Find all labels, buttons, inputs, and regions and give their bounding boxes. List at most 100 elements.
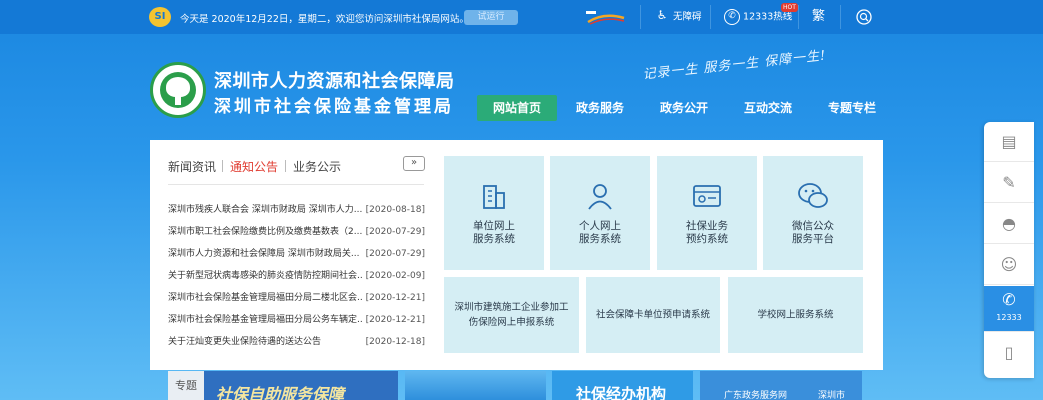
social-security-logo: SI [149, 7, 171, 27]
sidebar-item-edit[interactable]: ✎ [984, 163, 1034, 203]
tree-icon [166, 77, 190, 97]
divider [640, 5, 641, 29]
hotline-number: 12333 [996, 313, 1022, 322]
topic-banner[interactable]: 专题 社保自助服务保障 [168, 371, 398, 400]
tab-news[interactable]: 新闻资讯 [168, 158, 216, 175]
org-subname: 深圳市社会保险基金管理局 [214, 97, 454, 117]
document-icon: ▤ [1001, 132, 1017, 151]
personal-online-service-tile[interactable]: 个人网上 服务系统 [550, 156, 650, 270]
social-security-card-tile[interactable]: 社会保障卡单位预申请系统 [586, 277, 720, 353]
topic-label: 专题 [168, 371, 204, 400]
phone-icon: ✆ [724, 9, 740, 25]
hotline-label: 12333热线 [743, 11, 793, 23]
news-date: [2020-07-29] [365, 227, 425, 237]
org-name: 深圳市人力资源和社会保障局 [214, 71, 455, 92]
more-button[interactable]: » [403, 156, 425, 171]
news-date: [2020-07-29] [365, 249, 425, 259]
divider [840, 5, 841, 29]
gov-service-logo[interactable] [584, 8, 626, 26]
trial-badge: 试运行 [464, 10, 518, 25]
news-title[interactable]: 深圳市残疾人联合会 深圳市财政局 深圳市人力... [168, 202, 363, 218]
tile-label: 服务系统 [473, 233, 515, 245]
traditional-chinese-toggle[interactable]: 繁 [812, 9, 825, 25]
list-item[interactable]: 深圳市社会保险基金管理局福田分局二楼北区会... [2020-12-21] [168, 290, 425, 306]
search-button[interactable] [856, 9, 872, 25]
list-item[interactable]: 深圳市残疾人联合会 深圳市财政局 深圳市人力... [2020-08-18] [168, 202, 425, 218]
tile-label: 深圳市建筑施工企业参加工伤保险网上申报系统 [454, 302, 569, 328]
tile-label: 微信公众 [792, 220, 834, 232]
agency-banner[interactable]: 社保经办机构 [552, 371, 693, 400]
tile-label: 预约系统 [686, 233, 728, 245]
news-date: [2020-12-21] [365, 293, 425, 303]
tile-label: 服务平台 [792, 233, 834, 245]
sidebar-item-wechat[interactable]: ◓ [984, 204, 1034, 244]
wechat-service-tile[interactable]: 微信公众 服务平台 [763, 156, 863, 270]
list-item[interactable]: 深圳市社会保险基金管理局福田分局公务车辆定... [2020-12-21] [168, 312, 425, 328]
tab-business-publicity[interactable]: 业务公示 [293, 158, 341, 175]
floating-sidebar: ▤ ✎ ◓ ☺ ✆ 12333 ▯ [984, 122, 1034, 378]
banner-city: 深圳市 [818, 391, 846, 400]
sidebar-item-hotline[interactable]: ✆ 12333 [984, 286, 1034, 332]
appointment-system-tile[interactable]: 社保业务 预约系统 [657, 156, 757, 270]
tile-label: 服务系统 [579, 233, 621, 245]
nav-government-services[interactable]: 政务服务 [568, 95, 632, 121]
wheelchair-icon: ♿ [656, 8, 668, 22]
welcome-text: 今天是 2020年12月22日，星期二，欢迎您访问深圳市社保局网站。 [180, 14, 469, 25]
tile-label: 个人网上 [579, 220, 621, 232]
nav-public-info[interactable]: 政务公开 [652, 95, 716, 121]
sidebar-item-robot[interactable]: ☺ [984, 245, 1034, 285]
nav-home[interactable]: 网站首页 [477, 95, 557, 121]
news-date: [2020-02-09] [365, 271, 425, 281]
news-title[interactable]: 深圳市人力资源和社会保障局 深圳市财政局关... [168, 246, 363, 262]
tile-label: 社会保障卡单位预申请系统 [596, 309, 711, 321]
list-item[interactable]: 关于新型冠状病毒感染的肺炎疫情防控期间社会... [2020-02-09] [168, 268, 425, 284]
person-icon [588, 184, 612, 210]
search-icon [856, 9, 872, 25]
banner-title: 社保经办机构 [576, 385, 667, 400]
robot-icon: ☺ [1000, 255, 1018, 274]
phone-icon: ✆ [1002, 290, 1016, 309]
news-title[interactable]: 深圳市职工社会保险缴费比例及缴费基数表（2... [168, 224, 363, 240]
hot-badge: HOT [781, 3, 798, 12]
tile-label: 单位网上 [473, 220, 515, 232]
image-banner[interactable] [405, 371, 546, 400]
news-title[interactable]: 深圳市社会保险基金管理局福田分局公务车辆定... [168, 312, 363, 328]
school-online-service-tile[interactable]: 学校网上服务系统 [728, 277, 863, 353]
news-date: [2020-12-18] [365, 337, 425, 347]
wechat-icon: ◓ [1002, 214, 1016, 233]
accessibility-link[interactable]: ♿ 无障碍 [654, 9, 702, 25]
edit-icon: ✎ [1002, 173, 1016, 192]
tile-label: 学校网上服务系统 [757, 309, 834, 321]
sidebar-item-document[interactable]: ▤ [984, 122, 1034, 162]
accessibility-label: 无障碍 [673, 11, 702, 23]
wechat-icon [798, 183, 828, 208]
list-item[interactable]: 关于汪灿变更失业保险待遇的送达公告 [2020-12-18] [168, 334, 425, 350]
news-date: [2020-12-21] [365, 315, 425, 325]
mobile-icon: ▯ [1004, 343, 1014, 362]
building-icon [483, 185, 505, 209]
sidebar-item-mobile[interactable]: ▯ [984, 333, 1034, 373]
nav-interaction[interactable]: 互动交流 [736, 95, 800, 121]
calendar-icon [693, 185, 721, 207]
bureau-emblem[interactable] [150, 62, 206, 118]
nav-topics[interactable]: 专题专栏 [820, 95, 884, 121]
divider [710, 5, 711, 29]
news-date: [2020-08-18] [365, 205, 425, 215]
tile-label: 社保业务 [686, 220, 728, 232]
news-title[interactable]: 关于新型冠状病毒感染的肺炎疫情防控期间社会... [168, 268, 363, 284]
list-item[interactable]: 深圳市人力资源和社会保障局 深圳市财政局关... [2020-07-29] [168, 246, 425, 262]
banner-title: 社保自助服务保障 [216, 385, 345, 400]
gov-portal-banner[interactable]: 广东政务服务网 深圳市 [700, 371, 862, 400]
news-title[interactable]: 深圳市社会保险基金管理局福田分局二楼北区会... [168, 290, 363, 306]
banner-title: 广东政务服务网 [724, 391, 788, 400]
unit-online-service-tile[interactable]: 单位网上 服务系统 [444, 156, 544, 270]
top-bar: SI 今天是 2020年12月22日，星期二，欢迎您访问深圳市社保局网站。 试运… [0, 0, 1043, 34]
news-title[interactable]: 关于汪灿变更失业保险待遇的送达公告 [168, 334, 363, 350]
slogan: 记录一生 服务一生 保障一生! [641, 48, 827, 83]
main-panel: 新闻资讯 通知公告 业务公示 » 深圳市残疾人联合会 深圳市财政局 深圳市人力.… [150, 140, 883, 370]
construction-injury-insurance-tile[interactable]: 深圳市建筑施工企业参加工伤保险网上申报系统 [444, 277, 579, 353]
divider [168, 184, 424, 185]
tab-notices[interactable]: 通知公告 [230, 158, 278, 175]
divider [798, 5, 799, 29]
list-item[interactable]: 深圳市职工社会保险缴费比例及缴费基数表（2... [2020-07-29] [168, 224, 425, 240]
